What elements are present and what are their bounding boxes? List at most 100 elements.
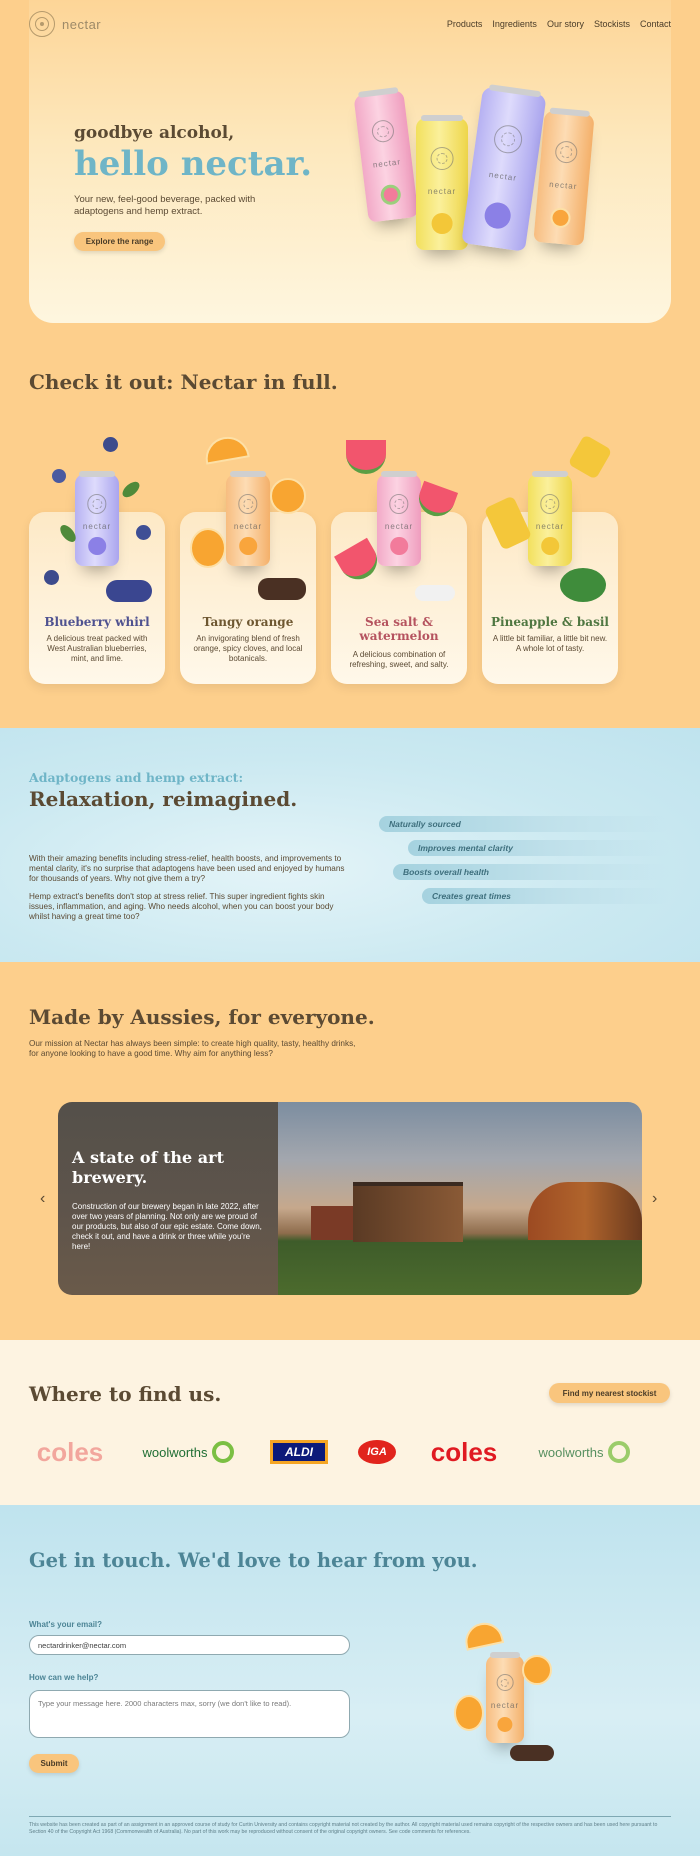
benefit-tag-mental-clarity: Improves mental clarity xyxy=(408,840,670,856)
woolworths-logo: woolworths xyxy=(532,1435,636,1469)
can-label: nectar xyxy=(427,186,457,196)
slide-text: Construction of our brewery began in lat… xyxy=(72,1202,262,1251)
stockists-section: Where to find us. Find my nearest stocki… xyxy=(0,1340,700,1505)
product-title: Blueberry whirl xyxy=(44,615,150,629)
blueberry-flower-icon xyxy=(482,201,512,231)
aussies-title: Made by Aussies, for everyone. xyxy=(29,1005,375,1029)
slide-text-panel: A state of the art brewery. Construction… xyxy=(58,1102,278,1295)
mandala-logo-icon xyxy=(29,11,55,37)
contact-can-orange: nectar xyxy=(486,1652,524,1743)
orange-slice-icon xyxy=(239,537,257,555)
email-field[interactable]: nectardrinker@nectar.com xyxy=(29,1635,350,1655)
blueberry-icon xyxy=(136,525,151,540)
mandala-icon xyxy=(370,119,396,144)
contact-title: Get in touch. We'd love to hear from you… xyxy=(29,1549,478,1572)
nav-link-ingredients[interactable]: Ingredients xyxy=(492,19,537,29)
orange-slice-icon xyxy=(497,1717,513,1733)
adaptogens-paragraph-2: Hemp extract's benefits don't stop at st… xyxy=(29,892,334,921)
orange-slice-icon xyxy=(190,528,226,568)
can-label: nectar xyxy=(233,521,263,531)
sea-salt-icon xyxy=(415,585,455,601)
explore-range-button[interactable]: Explore the range xyxy=(74,232,165,251)
stockists-title: Where to find us. xyxy=(29,1382,222,1406)
blueberry-cluster-icon xyxy=(106,580,152,602)
aussies-text: Our mission at Nectar has always been si… xyxy=(29,1039,356,1058)
hero-can-orange: nectar xyxy=(533,110,595,246)
benefit-tag-great-times: Creates great times xyxy=(422,888,670,904)
submit-button[interactable]: Submit xyxy=(29,1754,79,1773)
blueberry-flower-icon xyxy=(88,537,106,555)
adaptogens-title: Relaxation, reimagined. xyxy=(29,787,298,811)
brand-name: nectar xyxy=(62,16,102,32)
orange-slice-icon xyxy=(454,1695,484,1731)
nav-link-contact[interactable]: Contact xyxy=(640,19,671,29)
basil-leaves-icon xyxy=(560,568,606,602)
hero-section: goodbye alcohol, hello nectar. Your new,… xyxy=(29,0,671,323)
footer-divider xyxy=(29,1816,671,1817)
orange-slice-icon xyxy=(522,1655,552,1685)
can-label: nectar xyxy=(82,521,112,531)
can-label: nectar xyxy=(490,1700,520,1710)
nav-link-our-story[interactable]: Our story xyxy=(547,19,584,29)
hero-can-pineapple: nectar xyxy=(416,115,468,250)
adaptogens-section: Adaptogens and hemp extract: Relaxation,… xyxy=(0,728,700,962)
woolworths-leaf-icon xyxy=(607,1441,630,1463)
can-label: nectar xyxy=(372,156,402,170)
coles-logo-text: coles xyxy=(36,1436,104,1467)
adaptogens-kicker: Adaptogens and hemp extract: xyxy=(29,770,244,785)
aldi-logo: ALDI xyxy=(270,1435,328,1469)
can-label: nectar xyxy=(488,170,518,184)
nav-link-stockists[interactable]: Stockists xyxy=(594,19,630,29)
mandala-icon xyxy=(540,494,560,514)
footer-disclaimer: This website has been created as part of… xyxy=(29,1822,658,1835)
watermelon-icon xyxy=(390,537,408,555)
orange-slice-icon xyxy=(461,1619,505,1651)
hero-can-watermelon: nectar xyxy=(353,89,419,223)
brewery-barn xyxy=(311,1206,353,1240)
cloves-icon xyxy=(258,578,306,600)
product-title: Sea salt & watermelon xyxy=(359,615,439,644)
coles-logo: coles xyxy=(30,1435,110,1469)
benefit-tag-naturally-sourced: Naturally sourced xyxy=(379,816,669,832)
woolworths-leaf-icon xyxy=(211,1441,234,1463)
woolworths-logo: woolworths xyxy=(136,1435,240,1469)
contact-section: Get in touch. We'd love to hear from you… xyxy=(0,1505,700,1856)
mandala-icon xyxy=(554,140,579,165)
slide-heading: A state of the art brewery. xyxy=(72,1148,224,1187)
blueberry-icon xyxy=(44,570,59,585)
mandala-icon xyxy=(496,1674,514,1692)
orange-slice-icon xyxy=(270,478,306,514)
iga-logo-text: IGA xyxy=(358,1440,396,1464)
watermelon-icon xyxy=(379,183,402,206)
brewery-building xyxy=(353,1182,463,1242)
cloves-icon xyxy=(510,1745,554,1761)
email-label: What's your email? xyxy=(29,1620,103,1629)
pineapple-icon xyxy=(541,537,559,555)
product-description: A little bit familiar, a little bit new.… xyxy=(492,634,608,653)
benefit-tag-overall-health: Boosts overall health xyxy=(393,864,670,880)
message-textarea[interactable]: Type your message here. 2000 characters … xyxy=(29,1690,350,1738)
top-nav: nectar Products Ingredients Our story St… xyxy=(0,0,700,48)
carousel-next-arrow[interactable]: › xyxy=(652,1190,657,1208)
hero-heading-line1: goodbye alcohol, xyxy=(74,123,235,143)
product-title: Pineapple & basil xyxy=(491,615,609,629)
woolworths-logo-text: woolworths xyxy=(538,1444,604,1460)
pineapple-icon xyxy=(431,213,453,235)
stockist-logo-row: coles woolworths ALDI IGA coles woolwort… xyxy=(0,1435,700,1469)
can-label: nectar xyxy=(548,179,578,191)
product-can-blueberry: nectar xyxy=(75,471,119,566)
mandala-icon xyxy=(430,147,454,170)
carousel-prev-arrow[interactable]: ‹ xyxy=(40,1190,45,1208)
mandala-icon xyxy=(492,123,525,156)
brand-logo[interactable]: nectar xyxy=(29,11,101,37)
can-label: nectar xyxy=(384,521,414,531)
product-can-orange: nectar xyxy=(226,471,270,566)
iga-logo: IGA xyxy=(358,1435,396,1469)
nav-link-products[interactable]: Products xyxy=(447,19,483,29)
mandala-icon xyxy=(389,494,409,514)
brewery-carousel-slide: A state of the art brewery. Construction… xyxy=(58,1102,642,1295)
aldi-logo-text: ALDI xyxy=(270,1440,328,1464)
product-title: Tangy orange xyxy=(202,615,294,629)
find-stockist-button[interactable]: Find my nearest stockist xyxy=(549,1383,670,1403)
orange-slice-icon xyxy=(549,207,572,229)
